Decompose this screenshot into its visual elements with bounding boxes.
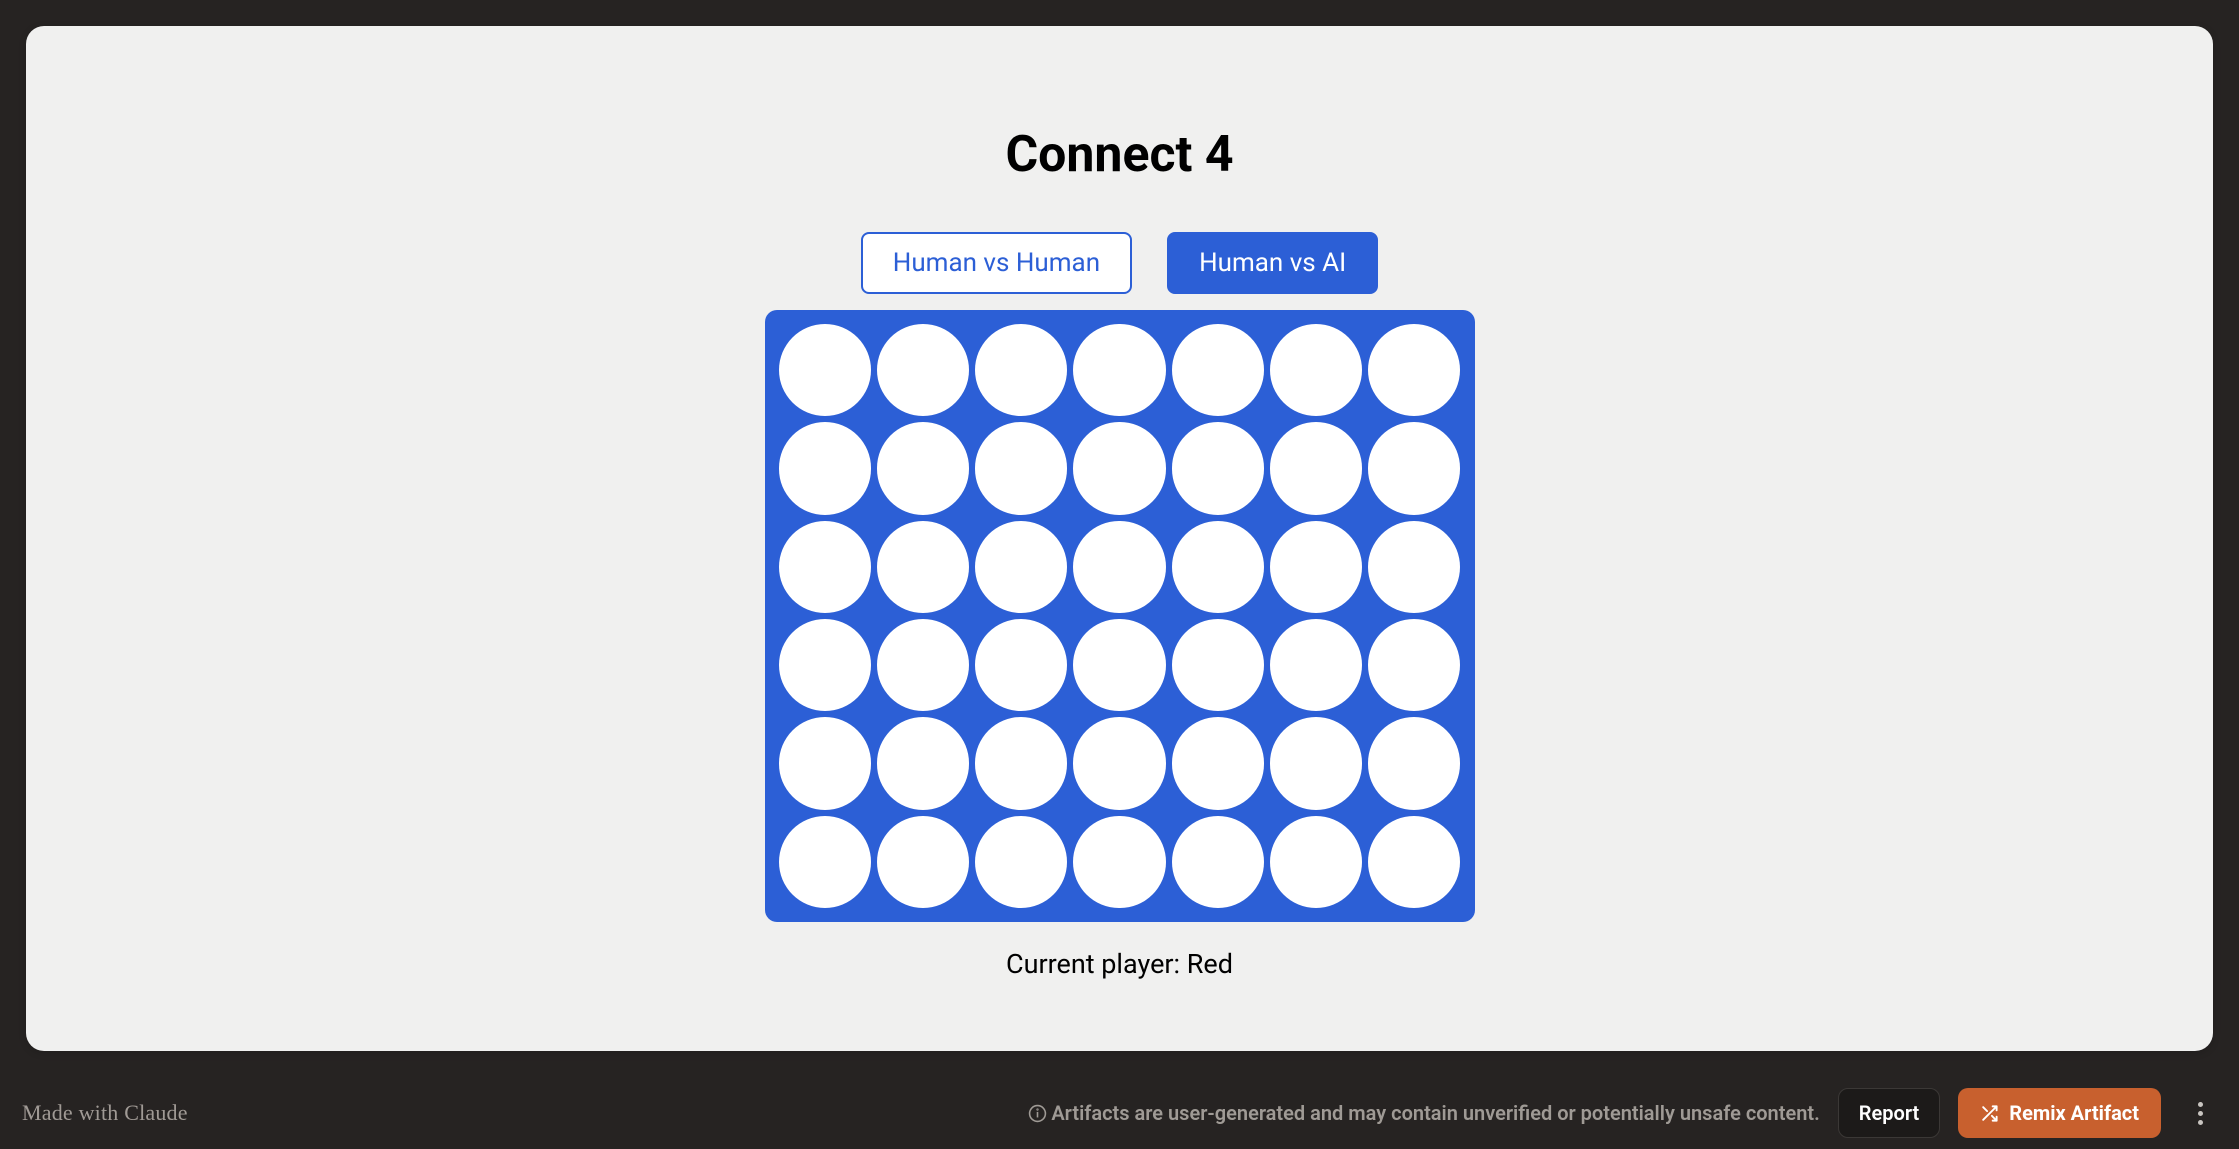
- board-cell[interactable]: [1368, 422, 1460, 514]
- board-cell[interactable]: [877, 422, 969, 514]
- more-menu-button[interactable]: [2185, 1094, 2215, 1133]
- board-cell[interactable]: [877, 521, 969, 613]
- board-cell[interactable]: [877, 816, 969, 908]
- board-cell[interactable]: [1270, 619, 1362, 711]
- board-cell[interactable]: [1270, 521, 1362, 613]
- board-cell[interactable]: [877, 619, 969, 711]
- board-cell[interactable]: [1270, 324, 1362, 416]
- board-cell[interactable]: [1172, 816, 1264, 908]
- board-cell[interactable]: [975, 324, 1067, 416]
- board-cell[interactable]: [1270, 717, 1362, 809]
- board-cell[interactable]: [1073, 717, 1165, 809]
- board-cell[interactable]: [1172, 324, 1264, 416]
- status-prefix: Current player:: [1006, 948, 1187, 980]
- board-cell[interactable]: [1073, 324, 1165, 416]
- board-cell[interactable]: [1368, 717, 1460, 809]
- board-cell[interactable]: [975, 521, 1067, 613]
- shuffle-icon: [1980, 1104, 1999, 1123]
- board-cell[interactable]: [1270, 422, 1362, 514]
- board-cell[interactable]: [975, 816, 1067, 908]
- board-cell[interactable]: [1073, 816, 1165, 908]
- board-cell[interactable]: [1368, 521, 1460, 613]
- board-cell[interactable]: [779, 816, 871, 908]
- disclaimer: Artifacts are user-generated and may con…: [1028, 1101, 1819, 1125]
- board-cell[interactable]: [975, 619, 1067, 711]
- board-cell[interactable]: [1368, 324, 1460, 416]
- status-player: Red: [1187, 948, 1233, 980]
- made-with-label[interactable]: Made with Claude: [22, 1100, 188, 1126]
- game-board: [765, 310, 1475, 922]
- board-cell[interactable]: [1270, 816, 1362, 908]
- report-button[interactable]: Report: [1838, 1088, 1940, 1138]
- board-cell[interactable]: [1368, 619, 1460, 711]
- board-cell[interactable]: [1172, 521, 1264, 613]
- footer-actions: Artifacts are user-generated and may con…: [1028, 1088, 2215, 1138]
- board-cell[interactable]: [779, 324, 871, 416]
- board-cell[interactable]: [779, 521, 871, 613]
- board-cell[interactable]: [779, 619, 871, 711]
- board-cell[interactable]: [1172, 717, 1264, 809]
- content-card: Connect 4 Human vs Human Human vs AI Cur…: [26, 26, 2213, 1051]
- board-cell[interactable]: [779, 717, 871, 809]
- status-text: Current player: Red: [1006, 948, 1233, 980]
- page-title: Connect 4: [1005, 126, 1233, 184]
- board-cell[interactable]: [1073, 521, 1165, 613]
- board-cell[interactable]: [1172, 422, 1264, 514]
- board-cell[interactable]: [975, 422, 1067, 514]
- mode-selector: Human vs Human Human vs AI: [861, 232, 1378, 294]
- footer-bar: Made with Claude Artifacts are user-gene…: [0, 1077, 2239, 1149]
- board-cell[interactable]: [779, 422, 871, 514]
- board-cell[interactable]: [1368, 816, 1460, 908]
- app-frame: Connect 4 Human vs Human Human vs AI Cur…: [0, 0, 2239, 1149]
- board-cell[interactable]: [877, 717, 969, 809]
- disclaimer-text: Artifacts are user-generated and may con…: [1051, 1101, 1819, 1125]
- board-cell[interactable]: [1073, 619, 1165, 711]
- remix-label: Remix Artifact: [2009, 1101, 2139, 1125]
- mode-human-vs-ai-button[interactable]: Human vs AI: [1167, 232, 1378, 294]
- board-cell[interactable]: [975, 717, 1067, 809]
- mode-human-vs-human-button[interactable]: Human vs Human: [861, 232, 1132, 294]
- board-cell[interactable]: [1172, 619, 1264, 711]
- board-cell[interactable]: [1073, 422, 1165, 514]
- info-icon: [1028, 1104, 1047, 1123]
- board-cell[interactable]: [877, 324, 969, 416]
- remix-artifact-button[interactable]: Remix Artifact: [1958, 1088, 2161, 1138]
